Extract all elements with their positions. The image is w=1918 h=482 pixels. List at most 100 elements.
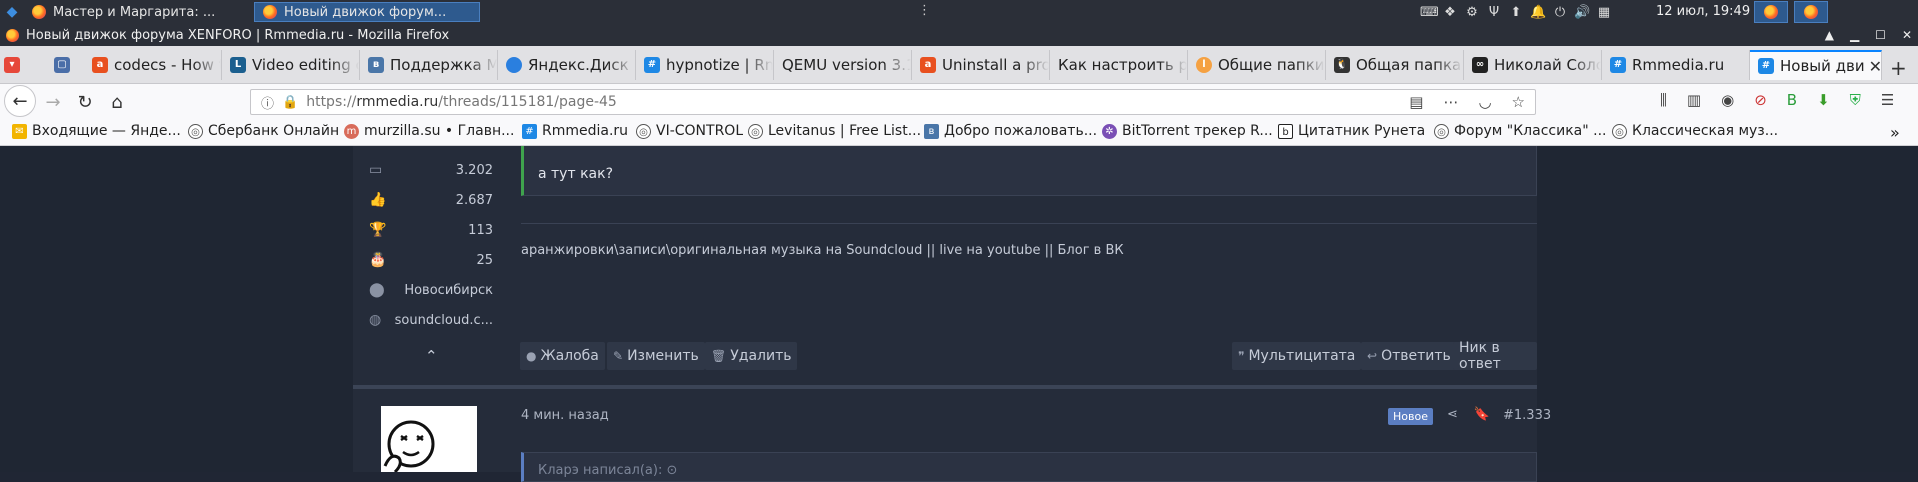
forward-button[interactable]: → (40, 89, 66, 115)
edit-button[interactable]: ✎ Изменить (607, 342, 705, 370)
pocket-tab[interactable]: ▾ (0, 50, 22, 80)
quote-header[interactable]: Кларэ написал(а): ⊙ (538, 463, 677, 478)
page-actions-icon[interactable]: ⋯ (1443, 93, 1458, 111)
maximize-icon[interactable]: ☐ (1875, 28, 1886, 42)
trash-icon: 🗑 (711, 349, 727, 363)
power-icon[interactable]: ⏻ (1552, 5, 1568, 20)
bookmark-6[interactable]: ◎ Levitanus | Free List... (748, 123, 921, 139)
collapse-userinfo-icon[interactable]: ⌃ (425, 347, 438, 365)
keyboard-icon[interactable]: ⌨ (1420, 5, 1439, 20)
library-icon[interactable]: ⫼ (1660, 91, 1667, 109)
multiquote-button[interactable]: ❞ Мультицитата (1232, 342, 1362, 370)
taskbar-item-2[interactable]: Новый движок форум... (254, 2, 480, 22)
updates-icon[interactable]: ⬆ (1508, 5, 1524, 20)
bookmark-3[interactable]: m murzilla.su • Главн... (344, 123, 514, 139)
system-tray: ⌨ ❖ ⚙ Ψ ⬆ 🔔 ⏻ 🔊 ▦ (1420, 0, 1612, 24)
info-icon[interactable]: ⓘ (261, 93, 274, 112)
shield-icon[interactable]: ⛨ (1850, 91, 1861, 109)
back-button[interactable]: ← (4, 85, 36, 117)
post-number[interactable]: #1.333 (1503, 408, 1551, 423)
sidebar-icon[interactable]: ▥ (1687, 91, 1701, 109)
bookmark-11[interactable]: ◎ Классическая муз... (1612, 123, 1778, 139)
steam-icon[interactable]: ⚙ (1464, 5, 1480, 20)
home-button[interactable]: ⌂ (104, 89, 130, 115)
bookmark-4[interactable]: # Rmmedia.ru (522, 123, 628, 139)
user-stat-likes: 👍 2.687 (369, 192, 493, 208)
reload-icon: ↻ (77, 91, 93, 113)
bookmark-8[interactable]: ✲ BitTorrent трекер R... (1102, 123, 1273, 139)
delete-button[interactable]: 🗑 Удалить (705, 342, 798, 370)
tab-1[interactable]: a codecs - How t (84, 50, 222, 80)
tab-9[interactable]: l Общие папки (1188, 50, 1326, 80)
edit-icon: ✎ (613, 349, 624, 363)
report-icon: ● (526, 349, 537, 363)
dropbox-icon[interactable]: ❖ (1442, 5, 1458, 20)
extension-vk-icon[interactable]: B (1787, 91, 1797, 109)
notifications-icon[interactable]: 🔔 (1530, 5, 1546, 20)
firefox-window-1[interactable] (1754, 1, 1788, 23)
reply-quote: Кларэ написал(а): ⊙ (521, 452, 1537, 482)
calendar-icon[interactable]: ▦ (1596, 5, 1612, 20)
bookmarks-overflow-icon[interactable]: » (1890, 123, 1900, 142)
reader-view-icon[interactable]: ▤ (1409, 93, 1423, 111)
mention-button[interactable]: Ник в ответ (1453, 340, 1537, 372)
reload-button[interactable]: ↻ (72, 89, 98, 115)
vk-icon: в (924, 123, 939, 139)
cp-icon: ∞ (1472, 57, 1488, 73)
close-tab-icon[interactable]: ✕ (1865, 57, 1881, 76)
bookmark-icon[interactable]: 🔖 (1474, 407, 1490, 422)
phone-icon[interactable]: Ψ (1486, 5, 1502, 20)
window-up-icon[interactable]: ▲ (1825, 28, 1834, 42)
tab-2[interactable]: L Video editing c (222, 50, 360, 80)
forward-arrow-icon: → (45, 91, 61, 113)
bookmark-5[interactable]: ◎ VI-CONTROL (636, 123, 743, 139)
bookmark-7[interactable]: в Добро пожаловать... (924, 123, 1097, 139)
url-bar[interactable]: ⓘ 🔒 https:// rmmedia.ru /threads/115181/… (250, 89, 1536, 115)
pocket-icon: ▾ (4, 57, 20, 73)
tab-4[interactable]: Яндекс.Диск (498, 50, 636, 80)
cake-icon: 🎂 (369, 252, 387, 268)
report-button[interactable]: ● Жалоба (520, 342, 605, 370)
rmmedia-icon: # (522, 123, 537, 139)
bookmark-10[interactable]: ◎ Форум "Классика" ... (1434, 123, 1606, 139)
tab-active[interactable]: # Новый дви ✕ (1750, 50, 1882, 80)
close-window-icon[interactable]: ✕ (1902, 28, 1912, 42)
tab-12[interactable]: # Rmmedia.ru (1602, 50, 1750, 80)
tab-10[interactable]: 🐧 Общая папка (1326, 50, 1464, 80)
tab-11[interactable]: ∞ Николай Солс (1464, 50, 1602, 80)
privacy-icon[interactable]: ⊘ (1754, 91, 1767, 109)
avatar[interactable] (381, 406, 477, 474)
tab-8[interactable]: Как настроить р (1050, 50, 1188, 80)
bookmark-9[interactable]: b Цитатник Рунета (1278, 123, 1425, 139)
account-icon[interactable]: ◉ (1721, 91, 1734, 109)
globe-icon: ◎ (636, 123, 651, 139)
signature[interactable]: аранжировки\записи\оригинальная музыка н… (521, 243, 1124, 258)
minimize-icon[interactable]: ▁ (1850, 28, 1859, 42)
pocket-save-icon[interactable]: ◡ (1478, 93, 1491, 111)
volume-icon[interactable]: 🔊 (1574, 5, 1590, 20)
bash-icon: b (1278, 123, 1293, 139)
lock-icon: 🔒 (282, 94, 299, 110)
new-tab-icon[interactable]: + (1890, 56, 1907, 80)
reply-button[interactable]: ↩ Ответить (1361, 342, 1457, 370)
avatar-face-icon (383, 420, 435, 474)
bookmark-star-icon[interactable]: ☆ (1512, 93, 1525, 111)
tab-5[interactable]: # hypnotize | Rm (636, 50, 774, 80)
url-host: rmmedia.ru (356, 94, 439, 110)
bookmark-2[interactable]: ◎ Сбербанк Онлайн (188, 123, 339, 139)
tab-7[interactable]: a Uninstall a pro (912, 50, 1050, 80)
pinned-tab[interactable]: ▢ (46, 50, 84, 80)
taskbar-handle-icon[interactable]: ⋮ (918, 3, 931, 18)
tab-3[interactable]: в Поддержка М (360, 50, 498, 80)
ask-icon: a (920, 57, 936, 73)
tab-6[interactable]: QEMU version 3.1 (774, 50, 912, 80)
share-icon[interactable]: ⋖ (1447, 407, 1458, 422)
clock[interactable]: 12 июл, 19:49 (1656, 4, 1750, 19)
download-icon[interactable]: ⬇ (1817, 91, 1830, 109)
bookmark-1[interactable]: ✉ Входящие — Янде... (12, 123, 181, 139)
firefox-window-2[interactable] (1794, 1, 1828, 23)
menu-icon[interactable]: ☰ (1881, 91, 1894, 109)
start-menu-icon[interactable]: ◆ (0, 0, 24, 24)
taskbar-item-1[interactable]: Мастер и Маргарита: ... (24, 2, 250, 22)
post-time[interactable]: 4 мин. назад (521, 408, 609, 423)
